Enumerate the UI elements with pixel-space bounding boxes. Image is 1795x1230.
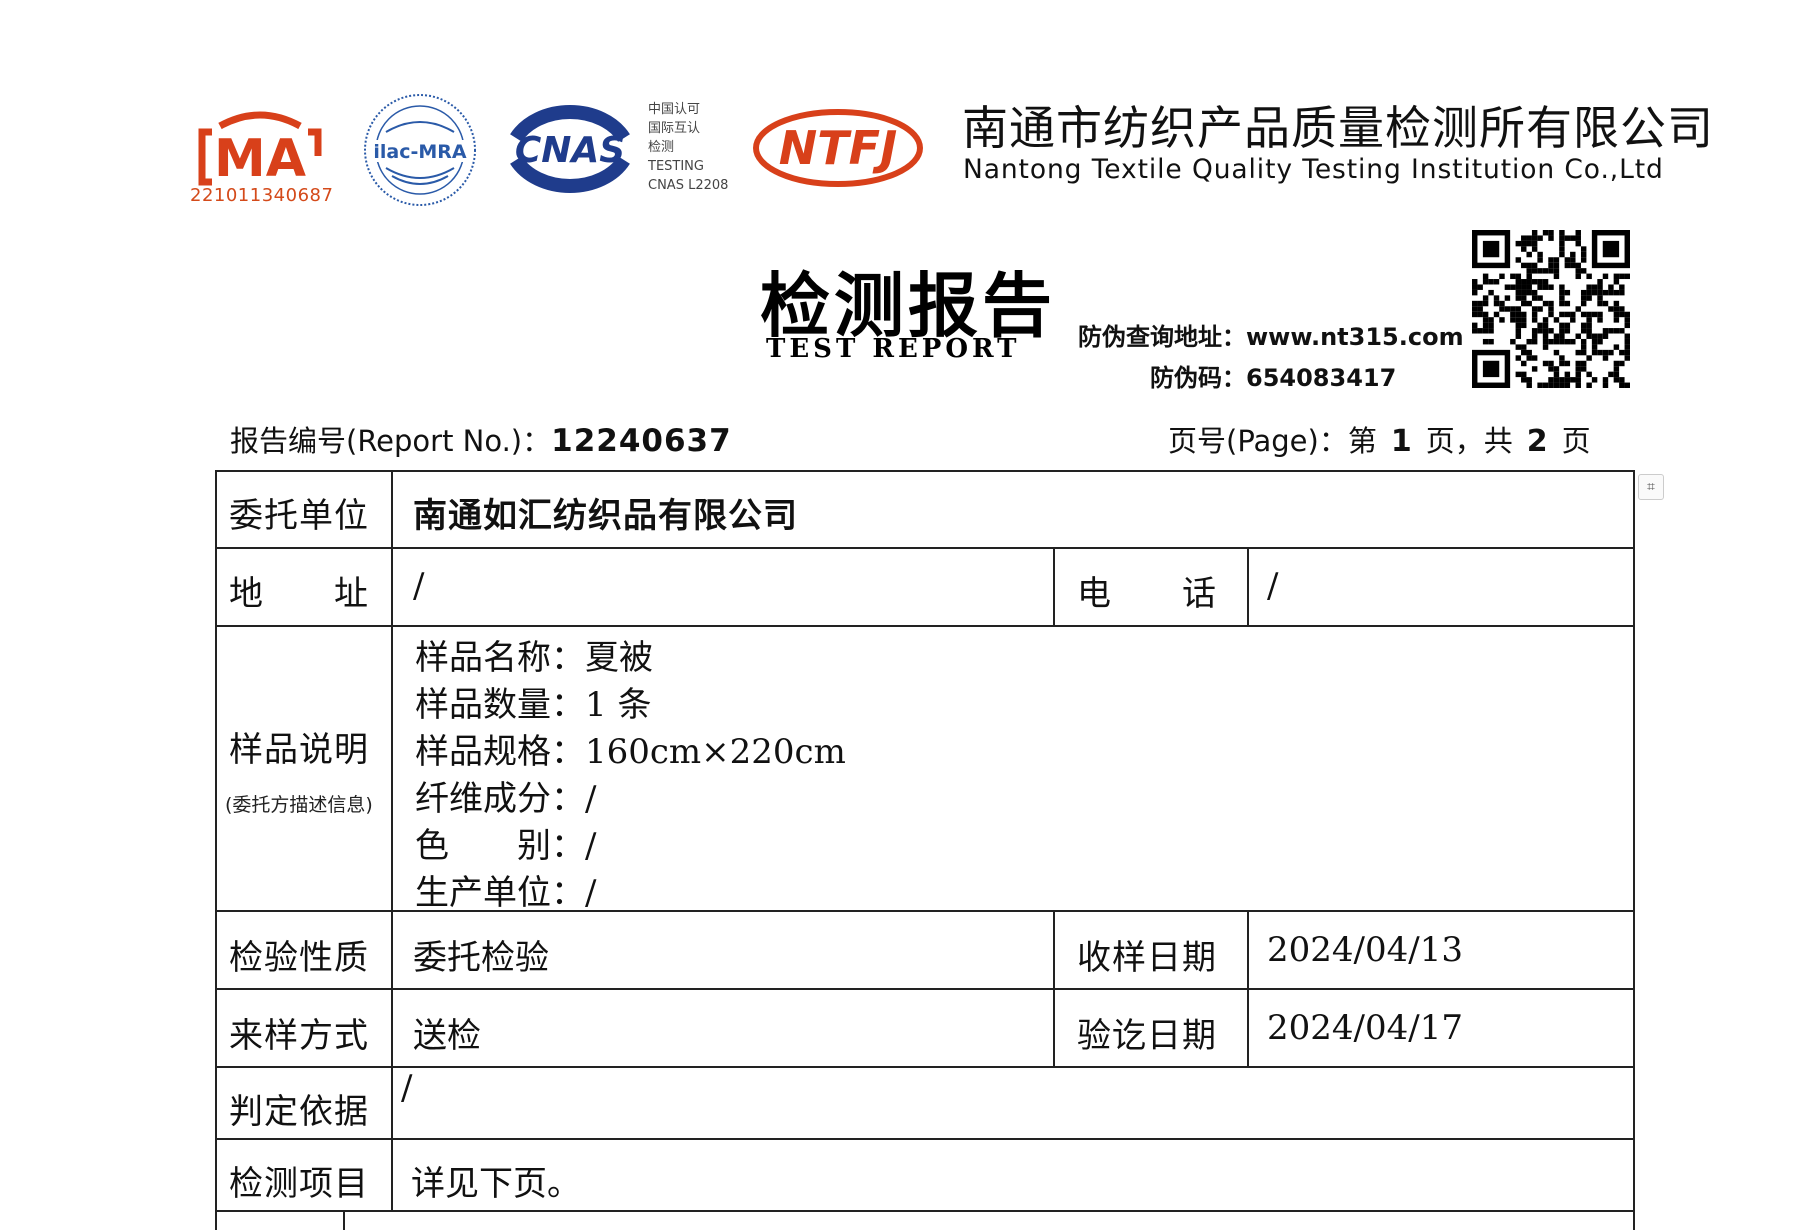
cnas-caption-line: CNAS L2208	[648, 178, 729, 193]
table-rule	[215, 988, 1635, 990]
cma-number: 221011340687	[190, 185, 334, 206]
table-rule	[215, 1138, 1635, 1140]
verify-code-label: 防伪码：	[1150, 364, 1246, 392]
org-name-cn: 南通市纺织产品质量检测所有限公司	[962, 101, 1714, 155]
basis-value: /	[401, 1068, 413, 1108]
cnas-caption-line: 检测	[648, 140, 675, 155]
sample-sublabel: (委托方描述信息)	[225, 794, 373, 816]
table-rule	[1053, 547, 1055, 625]
sample-line: 纤维成分：/	[415, 779, 597, 819]
table-rule	[1247, 547, 1249, 625]
page-total: 2	[1526, 424, 1548, 459]
report-number-label: 报告编号(Report No.)：	[230, 424, 552, 458]
sample-line: 样品规格：160cm×220cm	[415, 732, 846, 772]
nature-value: 委托检验	[413, 938, 549, 978]
phone-label: 电 话	[1077, 574, 1217, 614]
finish-date-label: 验讫日期	[1077, 1016, 1217, 1056]
report-number-line: 报告编号(Report No.)：12240637	[230, 418, 732, 460]
table-rule	[215, 1210, 1635, 1212]
verify-url-line: 防伪查询地址：www.nt315.com	[1078, 317, 1464, 352]
sample-line: 样品名称：夏被	[415, 638, 653, 678]
sample-line: 样品数量：1 条	[415, 685, 652, 725]
org-name-en: Nantong Textile Quality Testing Institut…	[963, 154, 1664, 185]
finish-date-value: 2024/04/17	[1267, 1008, 1463, 1048]
cnas-caption: 中国认可 国际互认 检测 TESTING CNAS L2208	[648, 100, 728, 195]
table-rule	[1247, 910, 1249, 1066]
basis-label: 判定依据	[229, 1092, 369, 1132]
verify-url[interactable]: www.nt315.com	[1246, 323, 1464, 351]
report-title-en: TEST REPORT	[766, 334, 1021, 364]
cnas-caption-line: 国际互认	[648, 121, 701, 136]
sample-line: 生产单位：/	[415, 873, 597, 913]
receive-date-label: 收样日期	[1077, 938, 1217, 978]
phone-value: /	[1267, 566, 1279, 606]
ntfj-logo: NTFJ	[753, 109, 923, 187]
method-label: 来样方式	[229, 1016, 369, 1056]
qr-code	[1472, 230, 1630, 388]
page-current: 1	[1390, 424, 1412, 459]
table-rule	[215, 1066, 1635, 1068]
method-value: 送检	[413, 1016, 481, 1056]
table-handle-icon[interactable]: ⌗	[1638, 474, 1664, 500]
client-value: 南通如汇纺织品有限公司	[413, 496, 798, 536]
verify-url-label: 防伪查询地址：	[1078, 323, 1246, 351]
address-value: /	[413, 566, 425, 606]
items-label: 检测项目	[229, 1164, 369, 1204]
page-mid: 页，共	[1425, 424, 1513, 458]
report-number: 12240637	[551, 423, 732, 459]
items-value: 详见下页。	[411, 1164, 581, 1204]
table-rule	[1633, 470, 1635, 1230]
ilac-logo-text: ilac-MRA	[373, 141, 467, 163]
table-rule	[215, 470, 1635, 472]
table-rule	[391, 470, 393, 1210]
table-rule	[215, 470, 217, 1230]
nature-label: 检验性质	[229, 938, 369, 978]
receive-date-value: 2024/04/13	[1267, 930, 1463, 970]
page-end: 页	[1561, 424, 1591, 458]
ilac-mra-logo: ilac-MRA	[364, 94, 476, 206]
cnas-logo-text: CNAS	[515, 130, 625, 171]
report-page: MA 221011340687 ilac-MRA CNAS 中国认可 国际互认 …	[0, 0, 1795, 1230]
verify-code: 654083417	[1246, 364, 1397, 392]
address-label: 地 址	[229, 574, 369, 614]
report-info-table: 委托单位 南通如汇纺织品有限公司 地 址 / 电 话 / 样品说明 (委托方描述…	[215, 470, 1635, 1230]
ntfj-logo-text: NTFJ	[779, 121, 897, 175]
table-rule	[343, 1210, 345, 1230]
page-number-line: 页号(Page)：第 1 页，共 2 页	[1168, 418, 1591, 460]
sample-label: 样品说明	[229, 730, 369, 770]
table-rule	[215, 625, 1635, 627]
cnas-logo: CNAS	[510, 105, 630, 193]
sample-line: 色 别：/	[415, 826, 597, 866]
table-rule	[1053, 910, 1055, 1066]
cnas-caption-line: 中国认可	[648, 102, 701, 117]
page-label: 页号(Page)：第	[1168, 424, 1377, 458]
table-rule	[215, 547, 1635, 549]
cma-logo-text: MA	[214, 129, 306, 189]
verify-code-line: 防伪码：654083417	[1150, 358, 1396, 393]
cnas-caption-line: TESTING	[648, 159, 704, 174]
client-label: 委托单位	[229, 496, 369, 536]
